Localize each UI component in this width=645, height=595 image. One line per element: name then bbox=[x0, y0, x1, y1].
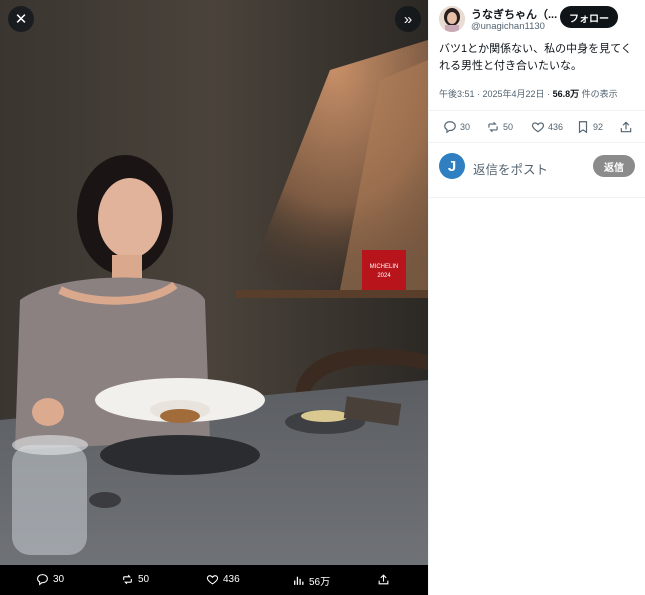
media-action-bar: 30 50 436 56万 bbox=[0, 565, 428, 595]
media-views-button[interactable]: 56万 bbox=[292, 573, 330, 588]
media-reply-button[interactable]: 30 bbox=[36, 573, 64, 586]
double-chevron-right-icon: » bbox=[403, 10, 413, 28]
media-like-button[interactable]: 436 bbox=[206, 573, 240, 586]
divider-middle bbox=[429, 142, 645, 143]
follow-button[interactable]: フォロー bbox=[560, 6, 618, 28]
media-repost-count: 50 bbox=[138, 574, 150, 585]
repost-icon bbox=[488, 121, 498, 133]
reply-button[interactable]: 30 bbox=[443, 120, 470, 134]
heart-icon bbox=[531, 122, 545, 133]
share-button[interactable] bbox=[619, 120, 633, 134]
author-display-name[interactable]: うなぎちゃん（... bbox=[471, 6, 557, 22]
media-repost-button[interactable]: 50 bbox=[121, 573, 149, 586]
author-avatar[interactable] bbox=[439, 6, 465, 32]
michelin-sign-line1: MICHELIN bbox=[370, 264, 399, 270]
tweet-text: バツ1とか関係ない、私の中身を見てくれる男性と付き合いたいな。 bbox=[439, 43, 632, 72]
heart-icon bbox=[206, 575, 219, 585]
divider-bottom bbox=[429, 197, 645, 198]
repost-button[interactable]: 50 bbox=[486, 120, 513, 134]
like-button[interactable]: 436 bbox=[531, 120, 563, 134]
share-icon bbox=[620, 121, 632, 133]
bar-chart-icon bbox=[294, 576, 304, 585]
tweet-view-count: 56.8万 bbox=[552, 89, 580, 99]
bookmark-button[interactable]: 92 bbox=[576, 120, 603, 134]
tweet-meta: 午後3:51 · 2025年4月22日 · 56.8万 件の表示 bbox=[439, 87, 618, 100]
share-icon bbox=[378, 574, 389, 585]
bookmark-icon bbox=[578, 121, 588, 134]
michelin-sign bbox=[362, 250, 406, 290]
close-button[interactable]: ✕ bbox=[8, 6, 34, 32]
tweet-view-suffix: 件の表示 bbox=[579, 89, 618, 99]
bookmark-count: 92 bbox=[593, 122, 604, 132]
tweet-panel: うなぎちゃん（... @unagichan1130 フォロー バツ1とか関係ない… bbox=[428, 0, 645, 595]
reply-icon bbox=[444, 121, 456, 134]
michelin-sign-line2: 2024 bbox=[377, 273, 391, 279]
reply-input[interactable]: 返信をポスト bbox=[473, 159, 548, 178]
expand-panel-button[interactable]: » bbox=[395, 6, 421, 32]
author-handle[interactable]: @unagichan1130 bbox=[471, 21, 545, 32]
like-count: 436 bbox=[548, 122, 564, 132]
reply-icon bbox=[37, 574, 48, 586]
media-like-count: 436 bbox=[223, 574, 240, 585]
reply-submit-button[interactable]: 返信 bbox=[593, 155, 635, 177]
close-icon: ✕ bbox=[14, 11, 28, 28]
repost-count: 50 bbox=[503, 122, 514, 132]
tweet-timestamp[interactable]: 午後3:51 · 2025年4月22日 · bbox=[439, 89, 553, 99]
media-viewer: MICHELIN 2024 ✕ » 30 50 436 56万 bbox=[0, 0, 428, 595]
tweet-photo[interactable]: MICHELIN 2024 bbox=[0, 0, 428, 565]
app-root: MICHELIN 2024 ✕ » 30 50 436 56万 うなぎちゃん（.… bbox=[0, 0, 645, 595]
media-share-button[interactable] bbox=[377, 573, 390, 586]
media-reply-count: 30 bbox=[53, 574, 65, 585]
media-views-count: 56万 bbox=[309, 577, 331, 588]
reply-count: 30 bbox=[460, 122, 471, 132]
divider-top bbox=[429, 110, 645, 111]
repost-icon bbox=[123, 574, 132, 585]
current-user-avatar: J bbox=[439, 153, 465, 179]
